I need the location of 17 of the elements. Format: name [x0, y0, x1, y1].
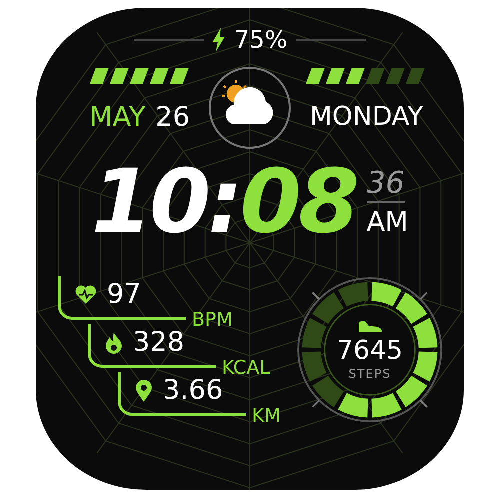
- steps-label: STEPS: [348, 366, 392, 380]
- steps-value: 7645: [336, 338, 404, 364]
- seconds: 36: [366, 168, 405, 202]
- stat-unit: KCAL: [222, 359, 270, 378]
- weekday-label: MONDAY: [310, 104, 424, 130]
- stat-unit: KM: [252, 407, 281, 426]
- stat-value: 97: [107, 281, 142, 308]
- minutes: 08: [240, 158, 357, 246]
- battery-percent: 75%: [234, 28, 288, 52]
- time-separator: :: [208, 158, 240, 246]
- month-label: MAY: [89, 104, 146, 131]
- stat-value: 3.66: [163, 377, 224, 404]
- stat-unit: BPM: [192, 311, 233, 330]
- hours: 10: [92, 158, 208, 246]
- stat-value: 328: [133, 329, 185, 356]
- am-pm-label: AM: [366, 208, 408, 236]
- day-number: 26: [156, 104, 190, 131]
